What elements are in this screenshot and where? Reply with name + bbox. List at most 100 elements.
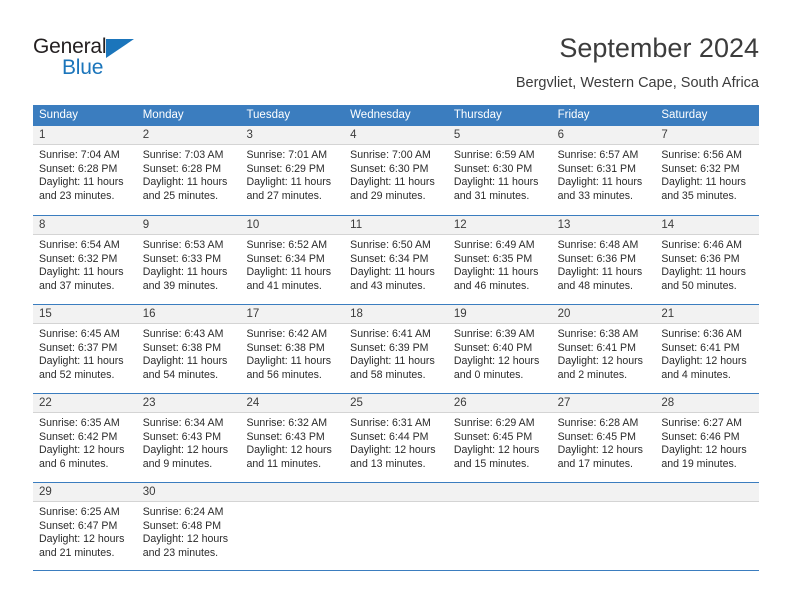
day-details: Sunrise: 6:27 AM Sunset: 6:46 PM Dayligh… [655, 413, 759, 471]
day-cell[interactable]: 4 Sunrise: 7:00 AM Sunset: 6:30 PM Dayli… [344, 126, 448, 215]
sunrise-text: Sunrise: 6:56 AM [661, 149, 742, 161]
day-cell[interactable]: 3 Sunrise: 7:01 AM Sunset: 6:29 PM Dayli… [240, 126, 345, 215]
day-details: Sunrise: 6:49 AM Sunset: 6:35 PM Dayligh… [448, 235, 552, 293]
day-cell[interactable]: 6 Sunrise: 6:57 AM Sunset: 6:31 PM Dayli… [551, 126, 656, 215]
day-number: 8 [39, 219, 46, 231]
week-row: 8 Sunrise: 6:54 AM Sunset: 6:32 PM Dayli… [33, 215, 760, 304]
day-details: Sunrise: 7:03 AM Sunset: 6:28 PM Dayligh… [137, 145, 241, 203]
day-cell[interactable]: 20 Sunrise: 6:38 AM Sunset: 6:41 PM Dayl… [551, 305, 656, 393]
day-cell[interactable]: 17 Sunrise: 6:42 AM Sunset: 6:38 PM Dayl… [240, 305, 345, 393]
day-details: Sunrise: 6:25 AM Sunset: 6:47 PM Dayligh… [33, 502, 137, 560]
day-number: 14 [661, 219, 675, 231]
day-number-band: 19 [447, 305, 552, 324]
day-cell-empty [551, 483, 656, 570]
day-number: 10 [246, 219, 260, 231]
day-details: Sunrise: 6:54 AM Sunset: 6:32 PM Dayligh… [33, 235, 137, 293]
daylight-text-line2: and 54 minutes. [142, 368, 219, 381]
daylight-text-line1: Daylight: 11 hours [661, 266, 746, 279]
day-number: 26 [453, 397, 467, 409]
sunset-text: Sunset: 6:33 PM [142, 252, 222, 265]
day-cell[interactable]: 14 Sunrise: 6:46 AM Sunset: 6:36 PM Dayl… [655, 216, 760, 304]
daylight-text-line1: Daylight: 12 hours [142, 444, 229, 457]
daylight-text-line1: Daylight: 11 hours [350, 266, 435, 279]
day-number-band: 20 [551, 305, 656, 324]
daylight-text-line1: Daylight: 12 hours [557, 444, 643, 457]
day-cell[interactable]: 7 Sunrise: 6:56 AM Sunset: 6:32 PM Dayli… [655, 126, 760, 215]
daylight-text-line1: Daylight: 12 hours [557, 355, 643, 368]
day-cell[interactable]: 8 Sunrise: 6:54 AM Sunset: 6:32 PM Dayli… [33, 216, 137, 304]
week-row: 22 Sunrise: 6:35 AM Sunset: 6:42 PM Dayl… [33, 393, 760, 482]
daylight-text-line2: and 50 minutes. [661, 279, 737, 292]
day-cell[interactable]: 29 Sunrise: 6:25 AM Sunset: 6:47 PM Dayl… [33, 483, 137, 570]
day-number-band: 22 [33, 394, 137, 413]
day-number: 13 [557, 219, 571, 231]
sunset-text: Sunset: 6:41 PM [557, 341, 636, 354]
day-cell[interactable]: 9 Sunrise: 6:53 AM Sunset: 6:33 PM Dayli… [136, 216, 241, 304]
sunset-text: Sunset: 6:45 PM [557, 430, 636, 443]
page-header: General Blue September 2024 Bergvliet, W… [0, 0, 792, 104]
day-cell[interactable]: 25 Sunrise: 6:31 AM Sunset: 6:44 PM Dayl… [344, 394, 448, 482]
day-cell[interactable]: 30 Sunrise: 6:24 AM Sunset: 6:48 PM Dayl… [136, 483, 241, 570]
sunset-text: Sunset: 6:39 PM [350, 341, 429, 354]
day-number: 3 [246, 129, 253, 141]
calendar-grid: Sunday Monday Tuesday Wednesday Thursday… [33, 105, 760, 571]
sunrise-text: Sunrise: 6:24 AM [142, 506, 224, 518]
day-cell[interactable]: 16 Sunrise: 6:43 AM Sunset: 6:38 PM Dayl… [136, 305, 241, 393]
day-cell[interactable]: 10 Sunrise: 6:52 AM Sunset: 6:34 PM Dayl… [240, 216, 345, 304]
day-details: Sunrise: 6:35 AM Sunset: 6:42 PM Dayligh… [33, 413, 137, 471]
daylight-text-line2: and 2 minutes. [557, 368, 628, 381]
day-details: Sunrise: 6:32 AM Sunset: 6:43 PM Dayligh… [240, 413, 344, 471]
sunrise-text: Sunrise: 6:32 AM [246, 417, 328, 429]
day-number-band: 17 [240, 305, 345, 324]
daylight-text-line1: Daylight: 11 hours [453, 266, 539, 279]
day-number-band: 12 [447, 216, 552, 235]
daylight-text-line2: and 15 minutes. [453, 457, 530, 470]
day-cell[interactable]: 23 Sunrise: 6:34 AM Sunset: 6:43 PM Dayl… [136, 394, 241, 482]
daylight-text-line1: Daylight: 11 hours [661, 176, 746, 189]
day-cell[interactable]: 12 Sunrise: 6:49 AM Sunset: 6:35 PM Dayl… [447, 216, 552, 304]
day-cell[interactable]: 5 Sunrise: 6:59 AM Sunset: 6:30 PM Dayli… [447, 126, 552, 215]
weekday-header-tuesday: Tuesday [246, 109, 291, 121]
day-number-band: 10 [240, 216, 345, 235]
day-number-band: 4 [344, 126, 448, 145]
day-cell[interactable]: 27 Sunrise: 6:28 AM Sunset: 6:45 PM Dayl… [551, 394, 656, 482]
day-cell[interactable]: 15 Sunrise: 6:45 AM Sunset: 6:37 PM Dayl… [33, 305, 137, 393]
day-details: Sunrise: 6:52 AM Sunset: 6:34 PM Dayligh… [240, 235, 344, 293]
sunrise-text: Sunrise: 6:29 AM [453, 417, 535, 429]
day-cell[interactable]: 22 Sunrise: 6:35 AM Sunset: 6:42 PM Dayl… [33, 394, 137, 482]
day-number: 9 [142, 219, 150, 231]
day-cell[interactable]: 21 Sunrise: 6:36 AM Sunset: 6:41 PM Dayl… [655, 305, 760, 393]
day-cell[interactable]: 1 Sunrise: 7:04 AM Sunset: 6:28 PM Dayli… [33, 126, 137, 215]
logo-text-general: General [33, 35, 107, 58]
day-cell[interactable]: 13 Sunrise: 6:48 AM Sunset: 6:36 PM Dayl… [551, 216, 656, 304]
day-cell[interactable]: 18 Sunrise: 6:41 AM Sunset: 6:39 PM Dayl… [344, 305, 448, 393]
day-cell[interactable]: 11 Sunrise: 6:50 AM Sunset: 6:34 PM Dayl… [344, 216, 448, 304]
day-number: 18 [350, 308, 363, 320]
day-number: 28 [661, 397, 675, 409]
daylight-text-line2: and 25 minutes. [142, 189, 219, 202]
sunrise-text: Sunrise: 6:35 AM [39, 417, 120, 429]
daylight-text-line2: and 31 minutes. [453, 189, 530, 202]
daylight-text-line1: Daylight: 11 hours [142, 266, 228, 279]
day-number: 5 [453, 129, 461, 141]
day-details: Sunrise: 6:38 AM Sunset: 6:41 PM Dayligh… [552, 324, 656, 382]
week-row: 15 Sunrise: 6:45 AM Sunset: 6:37 PM Dayl… [33, 304, 760, 393]
weekday-header-saturday: Saturday [661, 109, 708, 121]
sunset-text: Sunset: 6:38 PM [246, 341, 325, 354]
day-cell[interactable]: 24 Sunrise: 6:32 AM Sunset: 6:43 PM Dayl… [240, 394, 345, 482]
weekday-header-thursday: Thursday [453, 109, 502, 121]
day-cell[interactable]: 19 Sunrise: 6:39 AM Sunset: 6:40 PM Dayl… [447, 305, 552, 393]
day-cell[interactable]: 26 Sunrise: 6:29 AM Sunset: 6:45 PM Dayl… [447, 394, 552, 482]
day-number-band: 3 [240, 126, 345, 145]
day-cell[interactable]: 2 Sunrise: 7:03 AM Sunset: 6:28 PM Dayli… [136, 126, 241, 215]
daylight-text-line2: and 35 minutes. [661, 189, 737, 202]
day-number-band [655, 483, 760, 502]
sunrise-text: Sunrise: 6:54 AM [39, 239, 120, 251]
logo-triangle-icon [106, 39, 134, 58]
day-number-band: 14 [655, 216, 760, 235]
day-details: Sunrise: 7:04 AM Sunset: 6:28 PM Dayligh… [33, 145, 137, 203]
day-cell[interactable]: 28 Sunrise: 6:27 AM Sunset: 6:46 PM Dayl… [655, 394, 760, 482]
daylight-text-line1: Daylight: 12 hours [453, 355, 540, 368]
sunrise-text: Sunrise: 6:50 AM [350, 239, 431, 251]
sunset-text: Sunset: 6:45 PM [453, 430, 533, 443]
